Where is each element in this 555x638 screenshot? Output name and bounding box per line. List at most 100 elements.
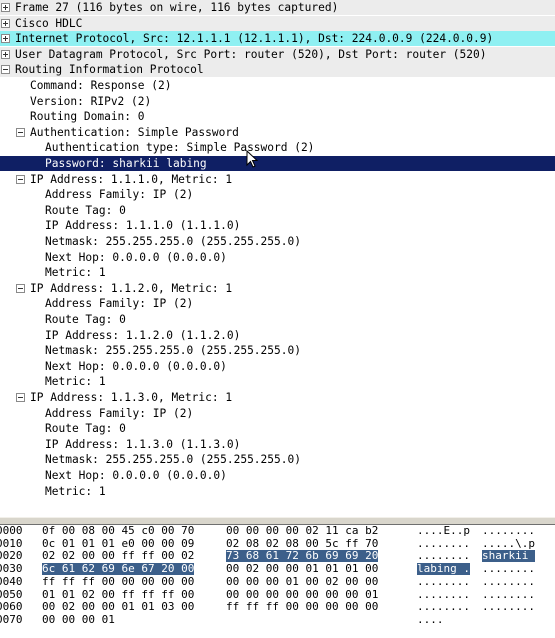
tree-row-label: Netmask: 255.255.255.0 (255.255.255.0): [45, 344, 301, 358]
tree-row-label: Route Tag: 0: [45, 203, 126, 217]
tree-row[interactable]: Next Hop: 0.0.0.0 (0.0.0.0): [0, 468, 555, 483]
tree-row[interactable]: Address Family: IP (2): [0, 406, 555, 421]
ascii-first-half: ....: [417, 612, 444, 626]
hex-offset: 0000: [0, 524, 23, 537]
ascii-first-half: ........: [417, 600, 470, 614]
hex-row[interactable]: 0000 0f 00 08 00 45 c0 00 70 00 00 00 00 0…: [0, 525, 555, 537]
ascii-first-half: ........: [417, 574, 470, 588]
tree-row[interactable]: Route Tag: 0: [0, 203, 555, 218]
collapse-minus-icon[interactable]: [16, 127, 25, 137]
tree-row[interactable]: IP Address: 1.1.3.0, Metric: 1: [0, 390, 555, 405]
expand-plus-icon[interactable]: [1, 18, 10, 28]
hex-offset: 0010: [0, 536, 23, 550]
expand-plus-icon[interactable]: [1, 3, 10, 12]
tree-row[interactable]: Address Family: IP (2): [0, 187, 555, 202]
tree-row-label: IP Address: 1.1.1.0 (1.1.1.0): [45, 219, 241, 233]
hex-row[interactable]: 0020 02 02 00 00 ff ff 00 02 73 68 61 72 6…: [0, 549, 555, 563]
tree-row-label: Routing Domain: 0: [30, 110, 145, 124]
hex-row[interactable]: 0030 6c 61 62 69 6e 67 20 00 00 02 00 00 0…: [0, 562, 555, 576]
hex-offset: 0060: [0, 600, 23, 614]
tree-row[interactable]: Frame 27 (116 bytes on wire, 116 bytes c…: [0, 0, 555, 16]
tree-row[interactable]: IP Address: 1.1.2.0, Metric: 1: [0, 281, 555, 296]
tree-row[interactable]: Routing Domain: 0: [0, 109, 555, 124]
tree-row[interactable]: Command: Response (2): [0, 78, 555, 93]
tree-row-label: IP Address: 1.1.2.0 (1.1.2.0): [45, 328, 241, 342]
ascii-second-half: ........: [482, 524, 535, 537]
hex-bytes-second-half: ff ff ff 00 00 00 00 00: [226, 600, 379, 614]
collapse-minus-icon[interactable]: [16, 393, 25, 402]
tree-row-label: Command: Response (2): [30, 79, 172, 92]
hex-row[interactable]: 0050 01 01 02 00 ff ff ff 00 00 00 00 00 0…: [0, 587, 555, 601]
tree-row[interactable]: Metric: 1: [0, 265, 555, 280]
tree-row[interactable]: Next Hop: 0.0.0.0 (0.0.0.0): [0, 359, 555, 374]
ascii-first-half: ........: [417, 536, 470, 550]
tree-row-label: Next Hop: 0.0.0.0 (0.0.0.0): [45, 250, 227, 264]
tree-row-label: Netmask: 255.255.255.0 (255.255.255.0): [45, 453, 301, 467]
ascii-first-half: ....E..p: [417, 524, 470, 537]
packet-details-tree: Frame 27 (116 bytes on wire, 116 bytes c…: [0, 0, 555, 517]
ascii-second-half: ........: [482, 562, 535, 576]
tree-row-label: IP Address: 1.1.1.0, Metric: 1: [30, 172, 233, 186]
tree-row[interactable]: Netmask: 255.255.255.0 (255.255.255.0): [0, 234, 555, 249]
ascii-second-half: ........: [482, 574, 535, 588]
ascii-second-half: ........: [482, 587, 535, 601]
hex-offset: 0020: [0, 549, 23, 563]
hex-row[interactable]: 0060 00 02 00 00 01 01 03 00 ff ff ff 00 0…: [0, 601, 555, 613]
hex-offset: 0030: [0, 562, 23, 576]
ascii-second-half: .....\.p: [482, 536, 535, 550]
hex-bytes-second-half: 00 00 00 00 02 11 ca b2: [226, 524, 379, 537]
tree-row[interactable]: Netmask: 255.255.255.0 (255.255.255.0): [0, 452, 555, 467]
tree-row[interactable]: Route Tag: 0: [0, 421, 555, 436]
tree-row-label: IP Address: 1.1.2.0, Metric: 1: [30, 281, 233, 295]
hex-row[interactable]: 0070 00 00 00 01....: [0, 612, 555, 626]
tree-row-label: Routing Information Protocol: [15, 63, 204, 77]
expand-plus-icon[interactable]: [1, 34, 10, 44]
hex-bytes-first-half: 00 00 00 01: [42, 612, 115, 626]
collapse-minus-icon[interactable]: [1, 65, 10, 75]
tree-row[interactable]: Metric: 1: [0, 484, 555, 499]
tree-row-label: IP Address: 1.1.3.0, Metric: 1: [30, 391, 233, 404]
hex-row[interactable]: 0010 0c 01 01 01 e0 00 00 09 02 08 02 08 0…: [0, 536, 555, 550]
tree-row[interactable]: IP Address: 1.1.2.0 (1.1.2.0): [0, 328, 555, 343]
tree-row-label: Password: sharkii labing: [45, 157, 207, 170]
hex-offset: 0070: [0, 612, 23, 626]
collapse-minus-icon[interactable]: [16, 174, 25, 184]
tree-row[interactable]: User Datagram Protocol, Src Port: router…: [0, 46, 555, 63]
ascii-first-half: labing .: [417, 562, 470, 576]
ascii-second-half: sharkii: [482, 549, 535, 563]
tree-row[interactable]: Cisco HDLC: [0, 15, 555, 32]
tree-row-label: Address Family: IP (2): [45, 188, 194, 202]
hex-bytes-first-half: 00 02 00 00 01 01 03 00: [42, 600, 195, 614]
collapse-minus-icon[interactable]: [16, 283, 25, 293]
tree-row-label: Metric: 1: [45, 266, 106, 280]
tree-row[interactable]: Routing Information Protocol: [0, 62, 555, 79]
tree-row[interactable]: IP Address: 1.1.1.0 (1.1.1.0): [0, 218, 555, 233]
tree-row-label: IP Address: 1.1.3.0 (1.1.3.0): [45, 437, 241, 451]
tree-row[interactable]: Authentication type: Simple Password (2): [0, 140, 555, 155]
packet-bytes-pane: 0000 0f 00 08 00 45 c0 00 70 00 00 00 00 0…: [0, 525, 555, 638]
tree-row[interactable]: Netmask: 255.255.255.0 (255.255.255.0): [0, 343, 555, 358]
tree-row[interactable]: IP Address: 1.1.1.0, Metric: 1: [0, 172, 555, 187]
tree-row[interactable]: Route Tag: 0: [0, 312, 555, 327]
hex-bytes-first-half: ff ff ff 00 00 00 00 00: [42, 574, 195, 588]
hex-row[interactable]: 0040 ff ff ff 00 00 00 00 00 00 00 00 01 0…: [0, 574, 555, 588]
tree-row[interactable]: Internet Protocol, Src: 12.1.1.1 (12.1.1…: [0, 31, 555, 48]
tree-row[interactable]: Metric: 1: [0, 374, 555, 389]
tree-row[interactable]: Password: sharkii labing: [0, 156, 555, 171]
tree-row-label: Authentication type: Simple Password (2): [45, 141, 315, 155]
tree-row[interactable]: Version: RIPv2 (2): [0, 94, 555, 109]
hex-offset: 0040: [0, 574, 23, 588]
tree-row[interactable]: Authentication: Simple Password: [0, 125, 555, 140]
expand-plus-icon[interactable]: [1, 49, 10, 59]
tree-row[interactable]: Address Family: IP (2): [0, 296, 555, 311]
ascii-first-half: ........: [417, 549, 470, 563]
tree-row-label: Next Hop: 0.0.0.0 (0.0.0.0): [45, 359, 227, 373]
tree-row[interactable]: IP Address: 1.1.3.0 (1.1.3.0): [0, 437, 555, 452]
hex-bytes-second-half: 73 68 61 72 6b 69 69 20: [226, 549, 379, 563]
tree-row[interactable]: Next Hop: 0.0.0.0 (0.0.0.0): [0, 250, 555, 265]
hex-bytes-second-half: 00 02 00 00 01 01 01 00: [226, 562, 379, 576]
hex-bytes-first-half: 02 02 00 00 ff ff 00 02: [42, 549, 195, 563]
tree-row-label: Internet Protocol, Src: 12.1.1.1 (12.1.1…: [15, 32, 494, 46]
tree-row-label: User Datagram Protocol, Src Port: router…: [15, 47, 487, 61]
tree-row-label: Netmask: 255.255.255.0 (255.255.255.0): [45, 235, 301, 248]
